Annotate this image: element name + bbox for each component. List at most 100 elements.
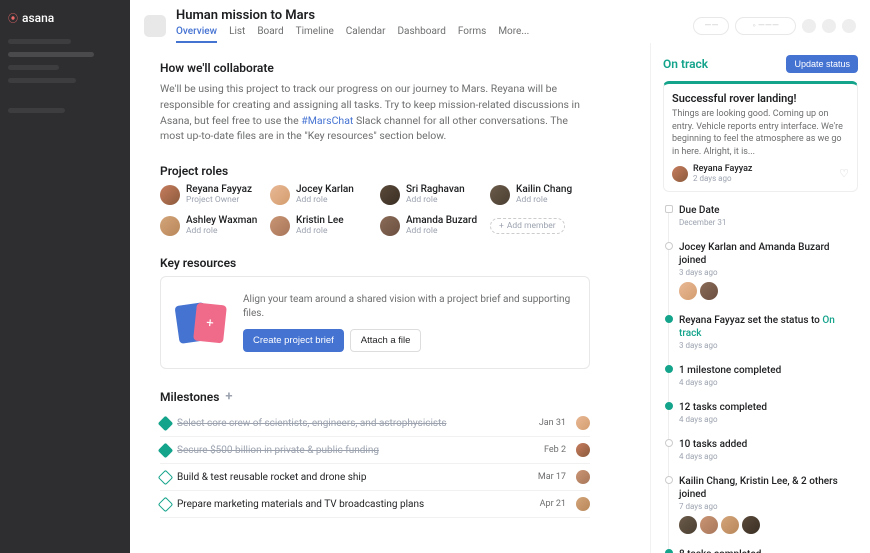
activity-item: 1 milestone completed4 days ago <box>679 364 858 387</box>
milestone-check-icon[interactable] <box>158 415 174 431</box>
overview-pane: How we'll collaborate We'll be using thi… <box>130 43 650 553</box>
tab-dashboard[interactable]: Dashboard <box>397 26 445 43</box>
header-pill[interactable]: —— <box>693 17 729 35</box>
milestone-title: Secure $500 billion in private & public … <box>177 445 538 456</box>
resources-box: + Align your team around a shared vision… <box>160 276 590 369</box>
activity-item: 8 tasks completed8 days ago <box>679 548 858 553</box>
milestone-row[interactable]: Prepare marketing materials and TV broad… <box>160 491 590 518</box>
project-member[interactable]: Kailin ChangAdd role <box>490 184 590 205</box>
status-card-author: Reyana Fayyaz <box>693 164 752 174</box>
avatar <box>160 216 180 236</box>
tab-forms[interactable]: Forms <box>458 26 486 43</box>
member-name: Kailin Chang <box>516 184 572 195</box>
roles-heading: Project roles <box>160 164 620 178</box>
member-role: Add role <box>516 195 572 205</box>
member-name: Amanda Buzard <box>406 215 477 226</box>
tab-calendar[interactable]: Calendar <box>346 26 386 43</box>
project-member[interactable]: Jocey KarlanAdd role <box>270 184 370 205</box>
activity-item: 10 tasks added4 days ago <box>679 438 858 461</box>
activity-title: 8 tasks completed <box>679 548 858 553</box>
activity-time: 4 days ago <box>679 452 858 461</box>
activity-title: 12 tasks completed <box>679 401 858 414</box>
activity-title: Kailin Chang, Kristin Lee, & 2 others jo… <box>679 475 858 501</box>
tab-more[interactable]: More... <box>498 26 529 43</box>
status-card-time: 2 days ago <box>693 174 752 183</box>
project-member[interactable]: Amanda BuzardAdd role <box>380 215 480 236</box>
header-avatar[interactable] <box>802 19 816 33</box>
brand-label: asana <box>22 11 54 25</box>
project-member[interactable]: Sri RaghavanAdd role <box>380 184 480 205</box>
member-name: Kristin Lee <box>296 215 344 226</box>
add-member-button[interactable]: + Add member <box>490 218 565 234</box>
activity-time: 3 days ago <box>679 268 858 277</box>
milestone-row[interactable]: Secure $500 billion in private & public … <box>160 437 590 464</box>
member-role: Project Owner <box>186 195 252 205</box>
timeline-dot-icon <box>665 365 673 373</box>
member-role: Add role <box>186 226 257 236</box>
resources-heading: Key resources <box>160 256 620 270</box>
header-pill[interactable]: ◦ ——— <box>735 17 796 35</box>
project-member[interactable]: Kristin LeeAdd role <box>270 215 370 236</box>
activity-title: 10 tasks added <box>679 438 858 451</box>
activity-time: 3 days ago <box>679 341 858 350</box>
avatar <box>576 470 590 484</box>
attach-file-button[interactable]: Attach a file <box>350 329 422 352</box>
activity-item: Kailin Chang, Kristin Lee, & 2 others jo… <box>679 475 858 534</box>
collab-body: We'll be using this project to track our… <box>160 81 590 144</box>
avatar <box>380 185 400 205</box>
header-avatar[interactable] <box>822 19 836 33</box>
activity-item: 12 tasks completed4 days ago <box>679 401 858 424</box>
tab-board[interactable]: Board <box>257 26 283 43</box>
resource-card-illustration: + <box>177 304 225 342</box>
activity-title: Reyana Fayyaz set the status to On track <box>679 314 858 340</box>
status-label: On track <box>663 57 708 71</box>
avatar <box>679 516 697 534</box>
nav-placeholder <box>8 78 76 83</box>
avatar <box>672 166 688 182</box>
member-name: Ashley Waxman <box>186 215 257 226</box>
update-status-button[interactable]: Update status <box>786 55 858 73</box>
milestone-check-icon[interactable] <box>158 496 174 512</box>
timeline-dot-icon <box>665 315 673 323</box>
header-avatar[interactable] <box>842 19 856 33</box>
milestone-row[interactable]: Select core crew of scientists, engineer… <box>160 410 590 437</box>
member-name: Jocey Karlan <box>296 184 354 195</box>
member-role: Add role <box>406 226 477 236</box>
add-milestone-button[interactable]: + <box>225 389 232 404</box>
avatar <box>742 516 760 534</box>
avatar <box>700 282 718 300</box>
milestone-check-icon[interactable] <box>158 442 174 458</box>
activity-item: Reyana Fayyaz set the status to On track… <box>679 314 858 350</box>
timeline-dot-icon <box>665 549 673 553</box>
resources-text: Align your team around a shared vision w… <box>243 293 573 321</box>
tab-overview[interactable]: Overview <box>176 26 217 43</box>
like-icon[interactable]: ♡ <box>839 167 849 180</box>
milestone-date: Feb 2 <box>544 445 566 455</box>
nav-placeholder <box>8 52 94 57</box>
avatar <box>576 416 590 430</box>
milestone-check-icon[interactable] <box>158 469 174 485</box>
project-member[interactable]: Ashley WaxmanAdd role <box>160 215 260 236</box>
milestone-date: Apr 21 <box>540 499 566 509</box>
avatar <box>721 516 739 534</box>
asana-icon: ⦿ <box>8 10 18 25</box>
avatar <box>490 185 510 205</box>
member-role: Add role <box>406 195 465 205</box>
project-icon[interactable] <box>144 15 166 37</box>
create-brief-button[interactable]: Create project brief <box>243 329 344 352</box>
timeline-dot-icon <box>665 242 673 250</box>
marschat-link[interactable]: #MarsChat <box>301 114 353 127</box>
tab-timeline[interactable]: Timeline <box>296 26 334 43</box>
activity-item: Due DateDecember 31 <box>679 204 858 227</box>
activity-time: 4 days ago <box>679 378 858 387</box>
project-member[interactable]: Reyana FayyazProject Owner <box>160 184 260 205</box>
brand-logo[interactable]: ⦿ asana <box>8 10 122 25</box>
milestone-date: Jan 31 <box>539 418 566 428</box>
timeline-dot-icon <box>665 205 673 213</box>
collab-heading: How we'll collaborate <box>160 61 620 75</box>
milestone-title: Select core crew of scientists, engineer… <box>177 418 533 429</box>
milestone-row[interactable]: Build & test reusable rocket and drone s… <box>160 464 590 491</box>
status-card[interactable]: Successful rover landing! Things are loo… <box>663 81 858 192</box>
activity-title: Jocey Karlan and Amanda Buzard joined <box>679 241 858 267</box>
tab-list[interactable]: List <box>229 26 245 43</box>
